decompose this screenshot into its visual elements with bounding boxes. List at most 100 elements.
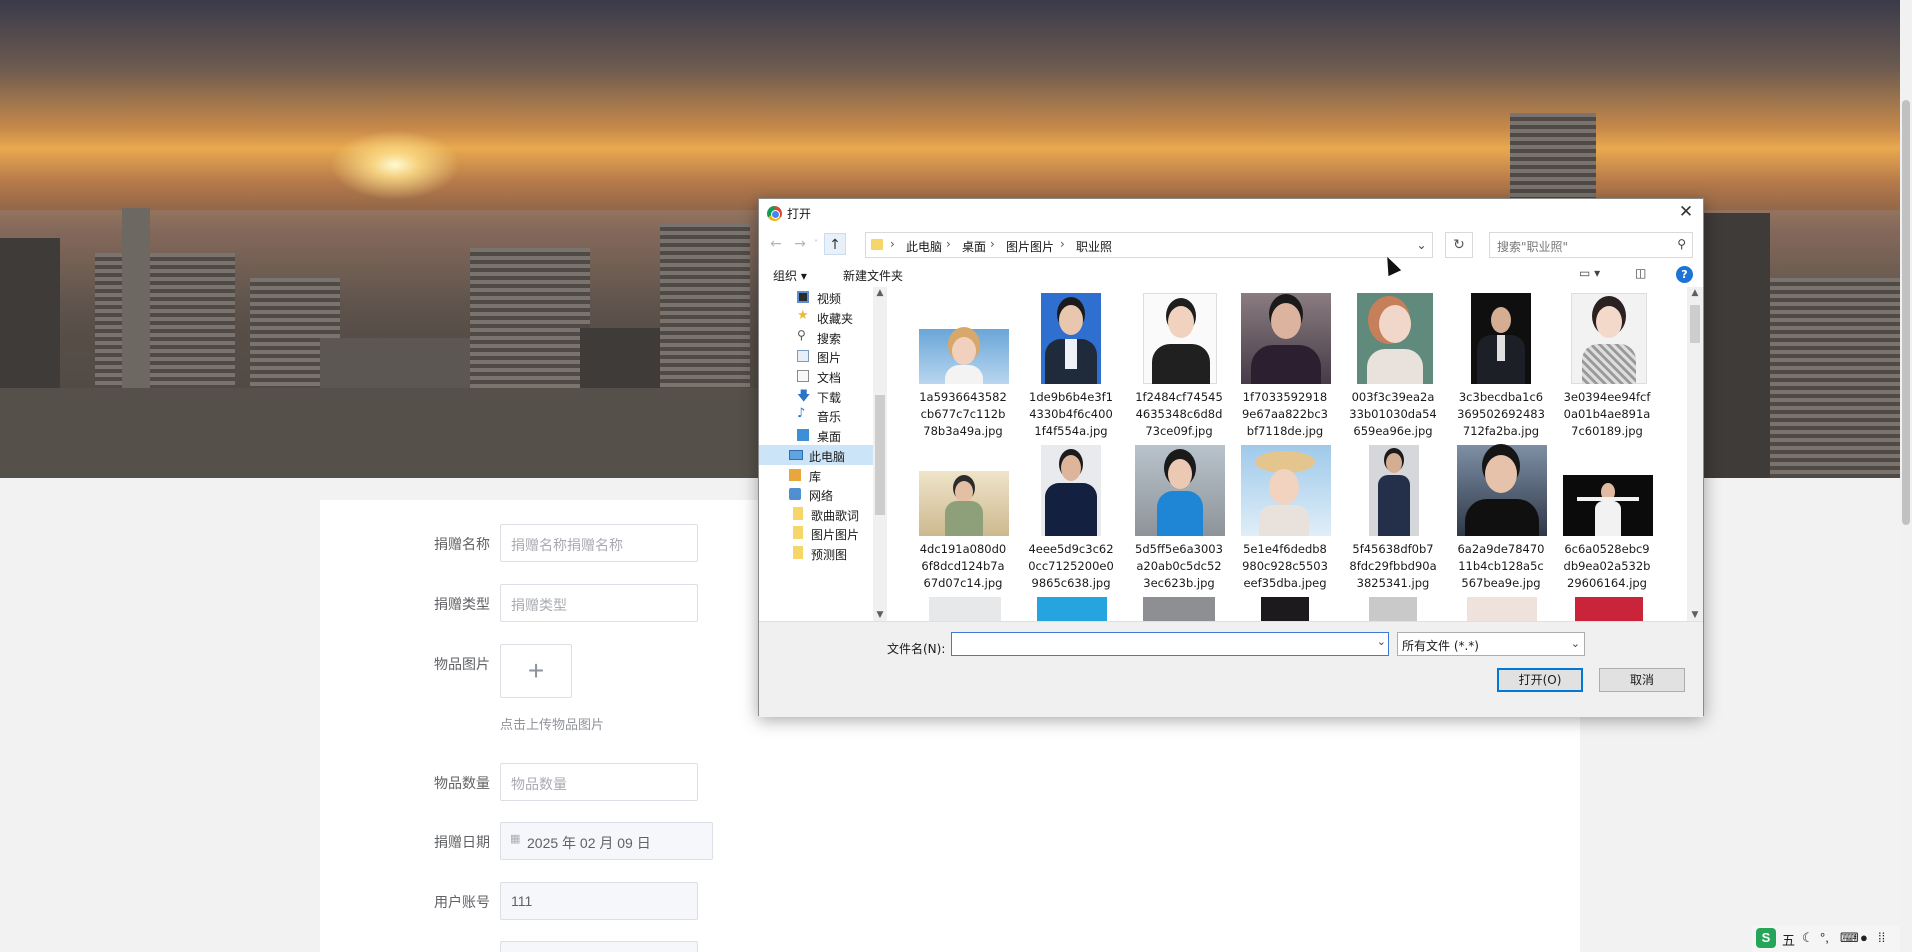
new-folder-button[interactable]: 新建文件夹 — [843, 267, 903, 284]
tree-item-search[interactable]: ⚲ 搜索 — [759, 327, 873, 347]
file-thumbnail-partial[interactable] — [1369, 597, 1417, 621]
navigation-scrollbar[interactable]: ▲ ▼ — [873, 287, 887, 621]
scroll-up-arrow-icon[interactable]: ▲ — [1688, 288, 1702, 298]
file-item[interactable]: 5d5ff5e6a3003a20ab0c5dc523ec623b.jpg — [1135, 445, 1225, 597]
file-item[interactable]: 6a2a9de7847011b4cb128a5c567bea9e.jpg — [1457, 445, 1547, 597]
grid-icon[interactable]: ⁞⁞ — [1878, 930, 1885, 945]
file-item[interactable]: 4dc191a080d06f8dcd124b7a67d07c14.jpg — [919, 445, 1009, 597]
view-options-icon[interactable]: ▭ ▾ — [1579, 266, 1600, 282]
next-input[interactable] — [500, 941, 698, 952]
user-account-input[interactable]: 111 — [500, 882, 698, 920]
dialog-title-bar[interactable]: 打开 ✕ — [759, 199, 1703, 227]
file-item[interactable]: 3e0394ee94fcf0a01b4ae891a7c60189.jpg — [1563, 293, 1651, 445]
file-name: 6a2a9de7847011b4cb128a5c567bea9e.jpg — [1457, 542, 1545, 590]
breadcrumb-computer[interactable]: 此电脑 — [906, 238, 942, 255]
item-quantity-input[interactable]: 物品数量 — [500, 763, 698, 801]
page-scrollbar[interactable] — [1900, 0, 1912, 952]
file-name: 1de9b6b4e3f14330b4f6c4001f4f554a.jpg — [1029, 390, 1113, 438]
tree-item-videos[interactable]: 视频 — [759, 287, 873, 307]
back-arrow-icon[interactable]: ← — [765, 233, 787, 255]
breadcrumb-pictures[interactable]: 图片图片 — [1006, 238, 1054, 255]
keyboard-icon[interactable]: ⌨ — [1840, 930, 1859, 946]
tree-item-favorites[interactable]: ★ 收藏夹 — [759, 307, 873, 327]
recent-dropdown-icon[interactable]: ˅ — [811, 233, 821, 255]
breadcrumb-desktop[interactable]: 桌面 — [962, 238, 986, 255]
file-item[interactable]: 1de9b6b4e3f14330b4f6c4001f4f554a.jpg — [1027, 293, 1115, 445]
file-thumbnail-partial[interactable] — [929, 597, 1001, 621]
tree-item-documents[interactable]: 文档 — [759, 366, 873, 386]
chevron-down-icon[interactable]: ⌄ — [1377, 635, 1386, 648]
file-item[interactable]: 1f2484cf745454635348c6d8d73ce09f.jpg — [1135, 293, 1223, 445]
tree-item-forecast-folder[interactable]: 预测图 — [759, 543, 873, 563]
help-icon[interactable]: ? — [1676, 266, 1693, 283]
file-name: 003f3c39ea2a33b01030da54659ea96e.jpg — [1349, 390, 1437, 438]
moon-icon[interactable]: ☾ — [1802, 930, 1814, 946]
file-list-scrollbar[interactable]: ▲ ▼ — [1687, 287, 1703, 621]
file-thumbnail-partial[interactable] — [1143, 597, 1215, 621]
desktop-icon — [797, 429, 809, 441]
tree-item-lyrics-folder[interactable]: 歌曲歌词 — [759, 504, 873, 524]
tree-item-pictures[interactable]: 图片 — [759, 346, 873, 366]
chevron-down-icon[interactable]: ⌄ — [1410, 233, 1432, 257]
donation-name-input[interactable]: 捐赠名称捐赠名称 — [500, 524, 698, 562]
tree-item-network[interactable]: 网络 — [759, 484, 873, 504]
download-icon: 🡇 — [797, 389, 811, 404]
scroll-down-arrow-icon[interactable]: ▼ — [1688, 610, 1702, 620]
page-scrollbar-thumb[interactable] — [1902, 100, 1910, 525]
upload-hint: 点击上传物品图片 — [500, 717, 605, 732]
document-icon — [797, 370, 809, 382]
punctuation-icon[interactable]: °, — [1820, 930, 1829, 945]
forward-arrow-icon[interactable]: → — [789, 233, 811, 255]
form-row-next — [320, 941, 920, 952]
tree-item-pictures-folder[interactable]: 图片图片 — [759, 523, 873, 543]
search-input[interactable]: 搜索"职业照" ⚲ — [1489, 232, 1693, 258]
user-icon[interactable]: ● — [1860, 930, 1868, 945]
file-list-scrollbar-thumb[interactable] — [1690, 305, 1700, 343]
file-thumbnail — [1457, 445, 1547, 537]
file-name-input[interactable]: ⌄ — [951, 632, 1389, 656]
open-button[interactable]: 打开(O) — [1497, 668, 1583, 692]
music-icon: ♪ — [797, 406, 806, 421]
donation-type-input[interactable]: 捐赠类型 — [500, 584, 698, 622]
video-icon — [797, 291, 809, 303]
file-thumbnail-partial[interactable] — [1467, 597, 1537, 621]
tree-item-library[interactable]: 库 — [759, 465, 873, 485]
scroll-down-arrow-icon[interactable]: ▼ — [873, 610, 887, 620]
file-item[interactable]: 6c6a0528ebc9db9ea02a532b29606164.jpg — [1563, 445, 1653, 597]
preview-pane-icon[interactable]: ◫ — [1635, 266, 1646, 282]
up-arrow-icon[interactable]: ↑ — [824, 233, 846, 255]
file-thumbnail-partial[interactable] — [1261, 597, 1309, 621]
organize-menu[interactable]: 组织 ▾ — [773, 267, 807, 284]
picture-icon — [797, 350, 809, 362]
file-item[interactable]: 5e1e4f6dedb8980c928c5503eef35dba.jpeg — [1241, 445, 1331, 597]
tree-item-downloads[interactable]: 🡇 下载 — [759, 386, 873, 406]
file-item[interactable]: 3c3becdba1c6369502692483712fa2ba.jpg — [1457, 293, 1545, 445]
image-upload-button[interactable]: + — [500, 644, 572, 698]
photo-image — [919, 329, 1009, 384]
breadcrumb-current-folder[interactable]: 职业照 — [1076, 238, 1112, 255]
file-item[interactable]: 5f45638df0b78fdc29fbbd90a3825341.jpg — [1349, 445, 1437, 597]
photo-image — [1143, 293, 1217, 384]
tree-item-label: 图片图片 — [811, 528, 860, 542]
file-thumbnail-partial[interactable] — [1037, 597, 1107, 621]
donation-name-label: 捐赠名称 — [434, 536, 490, 552]
file-item[interactable]: 1f70335929189e67aa822bc3bf7118de.jpg — [1241, 293, 1331, 445]
file-item[interactable]: 4eee5d9c3c620cc7125200e09865c638.jpg — [1027, 445, 1115, 597]
donation-date-input[interactable]: ▦ 2025 年 02 月 09 日 — [500, 822, 713, 860]
sun-glow — [330, 130, 460, 200]
file-item[interactable]: 003f3c39ea2a33b01030da54659ea96e.jpg — [1349, 293, 1437, 445]
close-button[interactable]: ✕ — [1669, 199, 1703, 227]
cancel-button[interactable]: 取消 — [1599, 668, 1685, 692]
file-type-filter[interactable]: 所有文件 (*.*) ⌄ — [1397, 632, 1585, 656]
ime-toolbar[interactable]: S 五 ☾ °, ⌨ ● ⁞⁞ — [1752, 926, 1900, 952]
file-item[interactable]: 1a5936643582cb677c7c112b78b3a49a.jpg — [919, 293, 1009, 445]
refresh-icon[interactable]: ↻ — [1445, 232, 1473, 258]
file-thumbnail-partial[interactable] — [1575, 597, 1643, 621]
address-bar[interactable]: › 此电脑 › 桌面 › 图片图片 › 职业照 ⌄ — [865, 232, 1433, 258]
navigation-scrollbar-thumb[interactable] — [875, 395, 885, 515]
tree-item-music[interactable]: ♪ 音乐 — [759, 405, 873, 425]
tree-item-desktop[interactable]: 桌面 — [759, 425, 873, 445]
ime-mode[interactable]: 五 — [1782, 930, 1795, 949]
tree-item-this-pc[interactable]: 此电脑 — [759, 445, 873, 465]
scroll-up-arrow-icon[interactable]: ▲ — [873, 288, 887, 298]
